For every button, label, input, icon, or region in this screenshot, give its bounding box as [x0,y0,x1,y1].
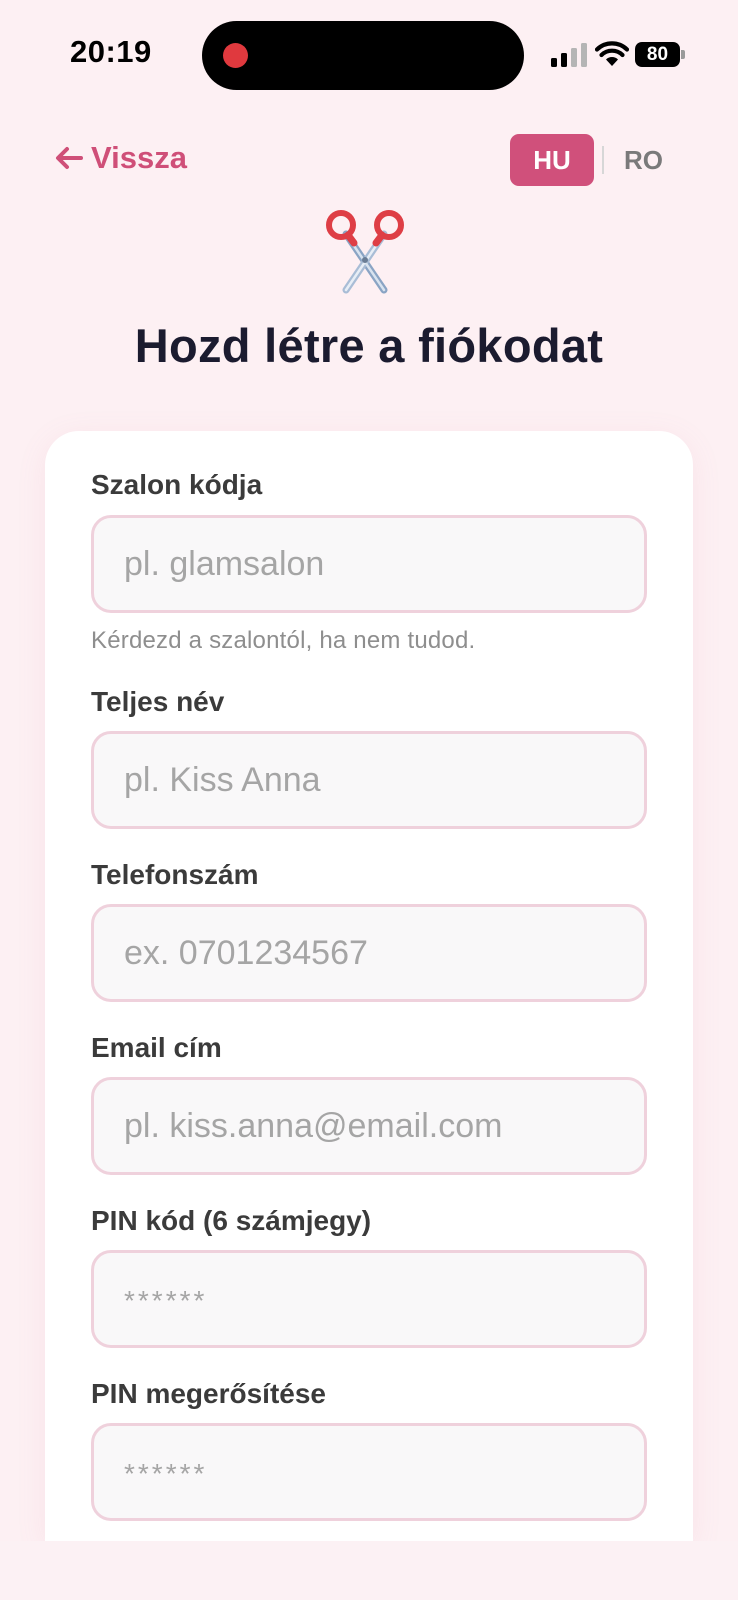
phone-input[interactable] [91,904,647,1002]
salon-code-label: Szalon kódja [91,469,263,500]
email-input[interactable] [91,1077,647,1175]
battery-level: 80 [635,42,680,67]
language-hu-button[interactable]: HU [510,134,594,186]
pin-label: PIN kód (6 számjegy) [91,1205,372,1236]
full-name-input[interactable] [91,731,647,829]
full-name-label: Teljes név [91,686,225,717]
signup-form-card: Szalon kódja Kérdezd a szalontól, ha nem… [45,431,693,1541]
recording-indicator-icon [223,43,248,68]
scissors-icon [326,210,404,294]
language-divider [602,146,604,174]
dynamic-island [202,21,524,90]
wifi-icon [595,41,629,66]
status-time: 20:19 [70,34,152,69]
page-title: Hozd létre a fiókodat [134,319,604,372]
salon-code-input[interactable] [91,515,647,613]
signup-screen: 20:19 80 Vissza HU RO Hozd létre a fióko… [0,0,738,1600]
email-label: Email cím [91,1032,222,1063]
phone-label: Telefonszám [91,859,259,890]
arrow-left-icon [56,147,83,169]
language-ro-button[interactable]: RO [624,145,663,176]
pin-confirm-input[interactable] [91,1423,647,1521]
back-button[interactable]: Vissza [55,140,187,176]
language-switcher: HU RO [510,134,663,186]
status-bar: 20:19 80 [0,0,738,110]
pin-confirm-label: PIN megerősítése [91,1378,326,1409]
back-label: Vissza [91,140,187,175]
pin-input[interactable] [91,1250,647,1348]
bottom-safe-area [0,1541,738,1600]
battery-icon: 80 [635,42,685,67]
signal-icon [551,43,587,67]
salon-code-hint: Kérdezd a szalontól, ha nem tudod. [91,627,476,654]
